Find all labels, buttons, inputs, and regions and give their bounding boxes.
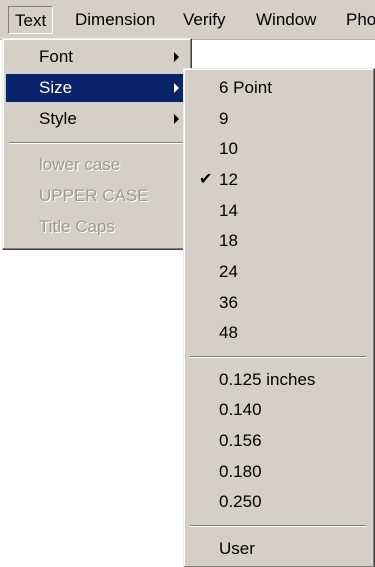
size-0-125-inches[interactable]: 0.125 inches xyxy=(187,366,371,394)
submenu-arrow-icon xyxy=(174,83,179,93)
menubar-text[interactable]: Text xyxy=(8,6,54,34)
menu-separator xyxy=(190,525,366,527)
menu-item-title-caps: Title Caps xyxy=(39,217,115,236)
menu-item-font[interactable]: Font xyxy=(6,43,187,71)
size-36[interactable]: 36 xyxy=(187,289,371,317)
menu-item-size-label: Size xyxy=(39,78,73,97)
menu-item-lower-case: lower case xyxy=(39,155,121,174)
menu-separator xyxy=(190,356,366,358)
size-6-point[interactable]: 6 Point xyxy=(187,74,371,102)
size-12-label: 12 xyxy=(219,170,238,189)
size-10[interactable]: 10 xyxy=(187,135,371,163)
size-submenu: 6 Point 9 10 ✔ 12 14 18 24 36 48 0.125 i… xyxy=(183,68,375,567)
menubar-window[interactable]: Window xyxy=(250,6,322,34)
menubar-verify[interactable]: Verify xyxy=(177,6,232,34)
menu-item-font-label: Font xyxy=(39,47,74,66)
size-48[interactable]: 48 xyxy=(187,319,371,347)
size-12[interactable]: ✔ 12 xyxy=(187,166,371,194)
menu-item-style[interactable]: Style xyxy=(6,105,187,133)
size-user[interactable]: User xyxy=(187,535,371,563)
size-0-180[interactable]: 0.180 xyxy=(187,458,371,486)
menu-item-style-label: Style xyxy=(39,109,77,128)
size-0-250[interactable]: 0.250 xyxy=(187,488,371,516)
submenu-arrow-icon xyxy=(174,52,179,62)
menu-bar: Text Dimension Verify Window Pho xyxy=(0,0,375,40)
size-0-140[interactable]: 0.140 xyxy=(187,396,371,424)
checkmark-icon: ✔ xyxy=(199,171,213,188)
menu-item-upper-case: UPPER CASE xyxy=(39,186,149,205)
size-14[interactable]: 14 xyxy=(187,197,371,225)
submenu-arrow-icon xyxy=(174,114,179,124)
size-24[interactable]: 24 xyxy=(187,258,371,286)
menubar-dimension[interactable]: Dimension xyxy=(69,6,161,34)
size-9[interactable]: 9 xyxy=(187,105,371,133)
menubar-pho[interactable]: Pho xyxy=(340,6,375,34)
size-0-156[interactable]: 0.156 xyxy=(187,427,371,455)
text-menu: Font Size Style lower case UPPER CASE Ti… xyxy=(2,38,192,250)
menu-item-size[interactable]: Size xyxy=(6,74,187,102)
menu-separator xyxy=(9,142,183,144)
size-18[interactable]: 18 xyxy=(187,227,371,255)
